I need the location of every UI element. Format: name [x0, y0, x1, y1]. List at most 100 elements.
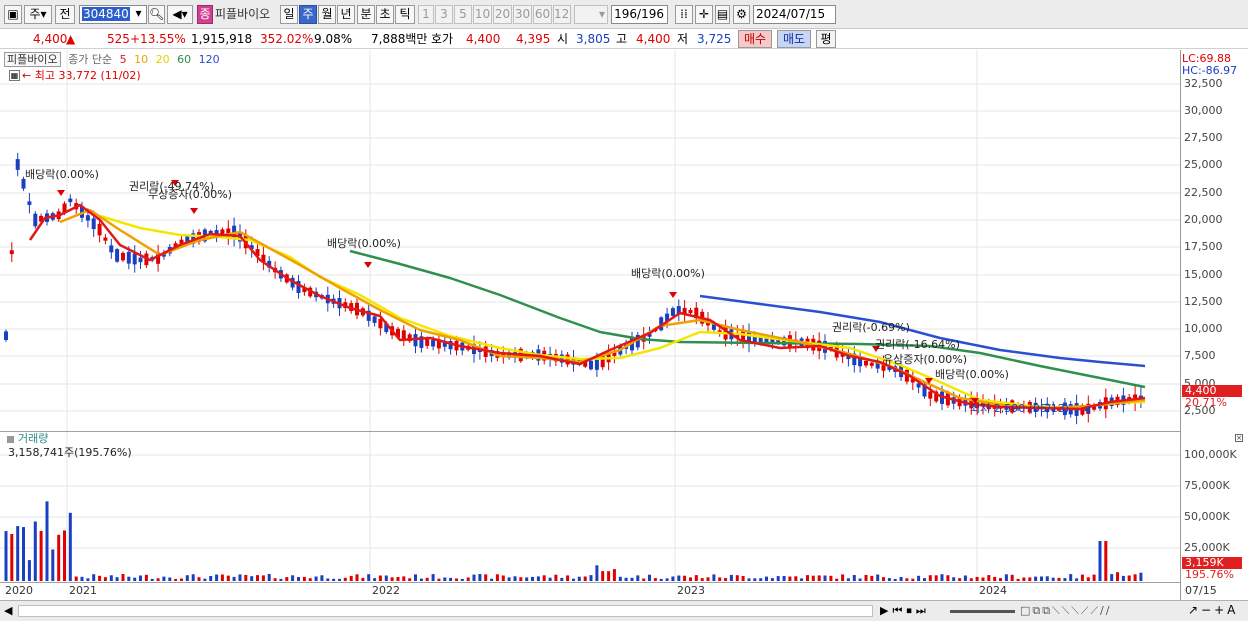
hoga-ask: 4,400 — [466, 32, 501, 46]
volume-bar — [232, 576, 236, 581]
volume-last-note: 3,158,741주(195.76%) — [8, 446, 132, 459]
save-icon[interactable]: ▤ — [715, 5, 730, 24]
period-tick[interactable]: 틱 — [395, 5, 415, 24]
interval-5[interactable]: 5 — [454, 5, 472, 24]
volume-bar — [589, 575, 593, 581]
volume-bar — [975, 576, 979, 581]
vol-y-tick: 75,000K — [1184, 479, 1230, 492]
type-select[interactable]: 주▾ — [24, 5, 52, 24]
volume-bar — [928, 575, 932, 581]
even-button[interactable]: 평 — [816, 30, 836, 48]
volume-bar — [601, 571, 605, 581]
turnover-rate: 9.08% — [314, 32, 353, 46]
custom-interval-select[interactable]: ▾ — [574, 5, 608, 24]
interval-60[interactable]: 60 — [533, 5, 552, 24]
scroll-left-icon[interactable]: ◀ — [4, 604, 12, 617]
chart-settings-icon[interactable]: ▣ — [4, 5, 22, 24]
date-input[interactable]: 2024/07/15 — [753, 5, 836, 24]
volume-bar — [1034, 576, 1038, 581]
chart-canvas[interactable]: 배당락(0.00%) 권리락(-49.74%) 무상증자(0.00%) 배당락(… — [0, 50, 1180, 600]
zoom-controls[interactable]: ↗−+A — [1188, 603, 1238, 617]
volume-bar — [841, 574, 845, 581]
volume-bar — [1110, 574, 1114, 581]
speaker-icon[interactable]: ◀▾ — [167, 5, 193, 24]
volume-bar — [355, 574, 359, 581]
period-minute[interactable]: 분 — [357, 5, 375, 24]
volume-bar — [144, 574, 148, 581]
volume-bar — [220, 574, 224, 581]
candle-body — [425, 339, 430, 346]
volume-bar — [753, 578, 757, 581]
volume-bar — [583, 576, 587, 581]
count-input[interactable]: 196/196 — [611, 5, 668, 24]
candle-body — [33, 213, 38, 227]
volume-bar — [987, 575, 991, 581]
period-month[interactable]: 월 — [318, 5, 336, 24]
high-value: 4,400 — [636, 32, 671, 46]
interval-10[interactable]: 10 — [473, 5, 492, 24]
volume-bar — [402, 576, 406, 581]
period-week[interactable]: 주 — [299, 5, 317, 24]
interval-3[interactable]: 3 — [435, 5, 453, 24]
volume-bar — [829, 575, 833, 581]
volume-bar — [741, 576, 745, 581]
interval-30[interactable]: 30 — [513, 5, 532, 24]
period-second[interactable]: 초 — [376, 5, 394, 24]
volume-bar — [10, 534, 14, 581]
vol-y-tick: 50,000K — [1184, 510, 1230, 523]
volume-bar — [659, 578, 663, 581]
grid-icon[interactable]: ⁞⁞ — [675, 5, 693, 24]
volume-bar — [1057, 577, 1061, 581]
volume-bar — [215, 574, 219, 581]
volume-bar — [314, 576, 318, 581]
hoga-bid: 4,395 — [516, 32, 551, 46]
volume-bar — [466, 577, 470, 581]
volume-bar — [887, 578, 891, 581]
sell-button[interactable]: 매도 — [777, 30, 811, 48]
volume-bar — [1127, 575, 1131, 581]
period-day[interactable]: 일 — [280, 5, 298, 24]
drawing-tools-icon[interactable]: □⧉⧉⟍⟍⟍⟋⟋∕∕ — [1020, 604, 1111, 618]
volume-bar — [689, 577, 692, 581]
volume-bar — [133, 577, 137, 581]
volume-bar — [501, 575, 505, 581]
volume-last-pct-tag: 195.76% — [1185, 568, 1234, 581]
open-value: 3,805 — [576, 32, 611, 46]
low-note: 최저 2,590 (05/13) — [970, 402, 1069, 415]
panel-separator[interactable] — [0, 431, 1180, 432]
volume-bar — [414, 574, 417, 581]
stock-name: 피플바이오 — [215, 7, 271, 21]
close-icon[interactable]: × — [1235, 434, 1243, 442]
candle-body — [711, 324, 716, 330]
buy-button[interactable]: 매수 — [738, 30, 772, 48]
period-year[interactable]: 년 — [337, 5, 355, 24]
volume-bar — [191, 574, 195, 581]
volume-bar — [946, 575, 950, 581]
volume-bar — [706, 577, 710, 581]
candle-body — [85, 215, 90, 221]
zoom-slider[interactable] — [950, 610, 1015, 613]
stock-code-value: 304840 — [82, 7, 130, 21]
prev-button[interactable]: 전 — [55, 5, 75, 24]
interval-120[interactable]: 120 — [553, 5, 571, 24]
volume-bar — [45, 501, 49, 581]
x-label: 2021 — [69, 584, 97, 597]
volume-bar — [1121, 575, 1125, 581]
volume-bar — [127, 576, 131, 581]
search-icon[interactable]: 🔍︎ — [148, 5, 165, 24]
volume-bar — [1069, 574, 1073, 581]
interval-1[interactable]: 1 — [418, 5, 434, 24]
volume-bar — [302, 576, 306, 581]
volume-bar — [759, 578, 763, 581]
volume-bar — [519, 577, 523, 581]
code-dropdown-icon[interactable]: ▾ — [131, 5, 146, 24]
chevron-down-icon: ▾ — [598, 7, 605, 21]
volume-bar — [724, 578, 728, 581]
volume-bar — [548, 577, 552, 581]
playback-controls[interactable]: ▶⏮⏹⏭ — [880, 604, 930, 618]
horizontal-scrollbar[interactable] — [18, 605, 873, 617]
candle-body — [97, 223, 102, 236]
crosshair-icon[interactable]: ✛ — [695, 5, 713, 24]
gear-icon[interactable]: ⚙ — [733, 5, 750, 24]
interval-20[interactable]: 20 — [493, 5, 512, 24]
